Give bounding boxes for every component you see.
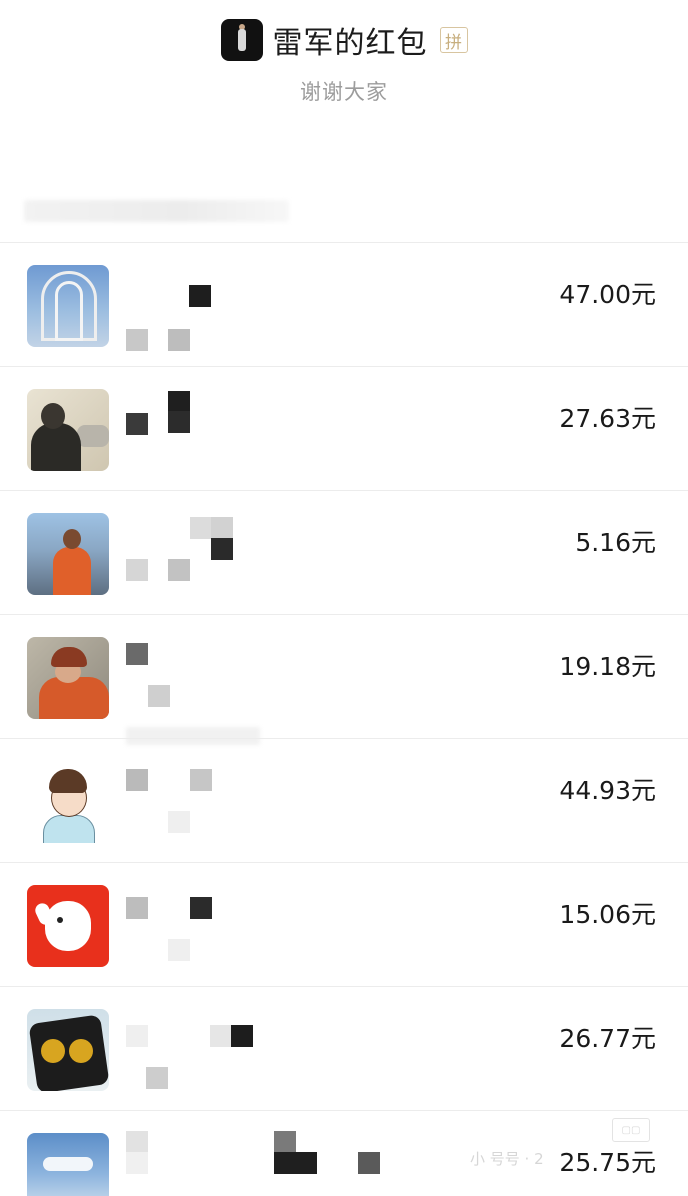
name-mosaic (211, 517, 233, 539)
recipient-list: 47.00元 27.63元 5.16元 19.18元 44.93元 15.06元… (0, 242, 688, 1196)
person-head-shape (63, 529, 81, 549)
name-mosaic (190, 769, 212, 791)
amount-text: 15.06元 (559, 900, 656, 929)
header: 雷军的红包 拼 谢谢大家 (0, 0, 688, 222)
amount-text: 27.63元 (559, 404, 656, 433)
name-mosaic (126, 897, 148, 919)
name-mosaic (168, 411, 190, 433)
tower-shape (55, 281, 83, 341)
person-shape (53, 547, 91, 595)
sender-avatar-figure (237, 29, 246, 51)
amount-text: 26.77元 (559, 1024, 656, 1053)
time-mosaic (126, 559, 148, 581)
amount-text: 47.00元 (559, 280, 656, 309)
user-avatar[interactable] (27, 513, 109, 595)
hair-shape (49, 769, 87, 793)
user-avatar[interactable] (27, 637, 109, 719)
amount-text: 44.93元 (559, 776, 656, 805)
list-item[interactable]: 19.18元 (0, 614, 688, 745)
name-mosaic (210, 1025, 232, 1047)
cap-shape (51, 647, 87, 667)
amount-text: 25.75元 (559, 1148, 656, 1177)
user-avatar[interactable] (27, 389, 109, 471)
jd-dog-shape (45, 901, 91, 951)
list-item[interactable]: 25.75元 (0, 1110, 688, 1196)
list-item[interactable]: 44.93元 (0, 738, 688, 862)
list-item[interactable]: 5.16元 (0, 490, 688, 614)
name-mosaic (274, 1131, 296, 1153)
list-item[interactable]: 15.06元 (0, 862, 688, 986)
shirt-shape (43, 815, 95, 843)
car-shape (77, 425, 109, 447)
amount-text: 5.16元 (575, 528, 656, 557)
name-mosaic (126, 769, 148, 791)
amount-text: 19.18元 (559, 652, 656, 681)
list-item[interactable]: 26.77元 (0, 986, 688, 1110)
name-mosaic (190, 897, 212, 919)
pin-badge: 拼 (439, 27, 468, 53)
name-mosaic (358, 1152, 380, 1174)
watermark-logo: ▢▢ (612, 1118, 650, 1142)
red-packet-detail-page: 雷军的红包 拼 谢谢大家 47.00元 27.63元 5.16元 19.18元 … (0, 0, 688, 1196)
name-mosaic (168, 391, 190, 411)
summary-blurred (24, 200, 289, 222)
list-item[interactable]: 47.00元 (0, 242, 688, 366)
coin-shape (69, 1039, 93, 1063)
name-mosaic (126, 413, 148, 435)
name-mosaic (295, 1152, 317, 1174)
title-row: 雷军的红包 拼 (0, 18, 688, 62)
watermark-text: 小 号号 · 2 (470, 1150, 544, 1168)
user-avatar[interactable] (27, 885, 109, 967)
time-mosaic (168, 939, 190, 961)
name-mosaic (126, 1131, 148, 1153)
user-avatar[interactable] (27, 1133, 109, 1196)
time-mosaic (148, 685, 170, 707)
list-item[interactable]: 27.63元 (0, 366, 688, 490)
name-mosaic (231, 1025, 253, 1047)
name-mosaic (211, 538, 233, 560)
user-avatar[interactable] (27, 1009, 109, 1091)
user-avatar[interactable] (27, 265, 109, 347)
time-mosaic (126, 329, 148, 351)
time-mosaic (168, 329, 190, 351)
user-avatar[interactable] (27, 761, 109, 843)
name-mosaic (126, 1025, 148, 1047)
greeting-text: 谢谢大家 (300, 80, 388, 104)
person-shape (31, 423, 81, 471)
person-head-shape (41, 403, 65, 429)
sender-avatar[interactable] (220, 19, 263, 61)
page-title: 雷军的红包 (272, 26, 428, 61)
coin-shape (41, 1039, 65, 1063)
name-mosaic (126, 643, 148, 665)
cloud-shape (43, 1157, 93, 1171)
dog-eye-shape (57, 917, 63, 923)
person-shape (39, 677, 109, 719)
name-mosaic (274, 1152, 296, 1174)
name-mosaic (126, 1152, 148, 1174)
name-mosaic (189, 285, 211, 307)
time-mosaic (168, 811, 190, 833)
time-mosaic (146, 1067, 168, 1089)
time-mosaic (168, 559, 190, 581)
name-mosaic (190, 517, 212, 539)
